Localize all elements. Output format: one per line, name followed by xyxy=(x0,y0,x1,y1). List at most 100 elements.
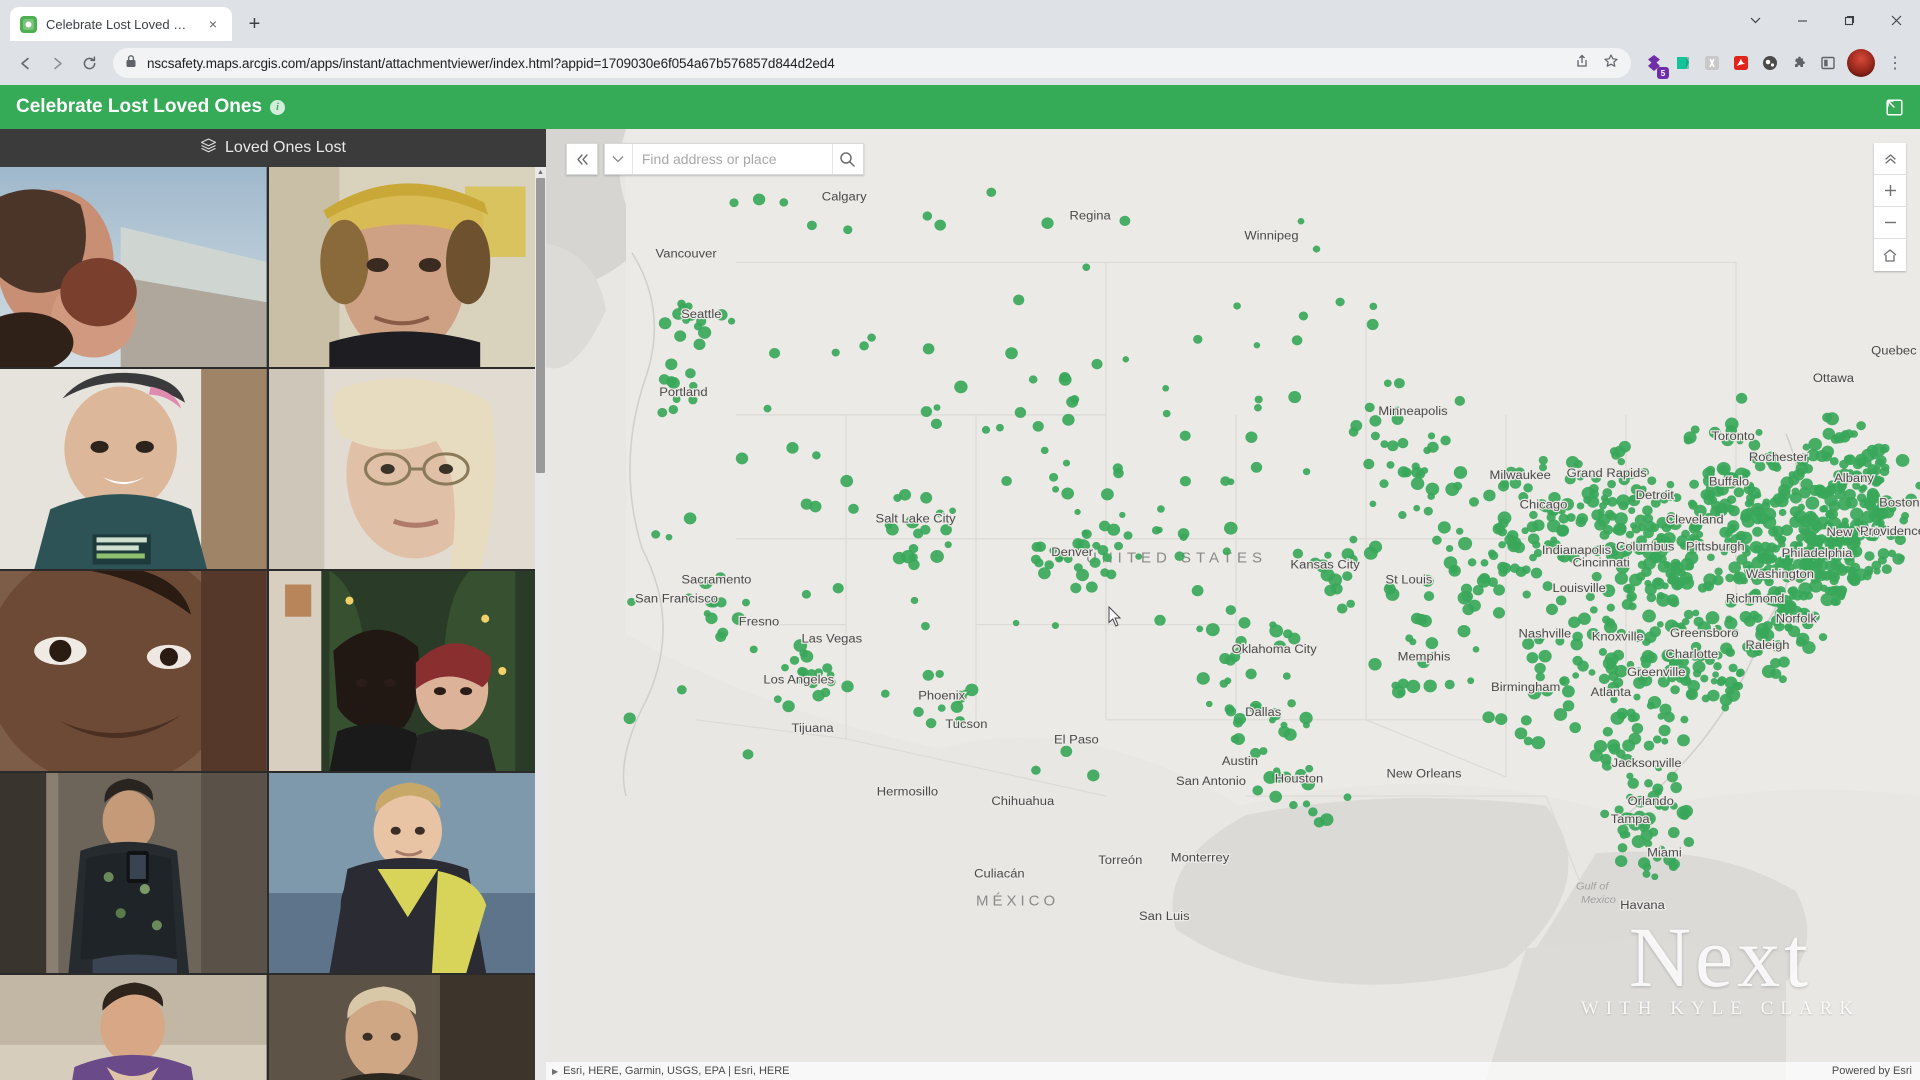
attribution-toggle-icon[interactable]: ▶ xyxy=(552,1067,558,1076)
adobe-acrobat-extension-icon[interactable] xyxy=(1727,49,1755,77)
search-icon[interactable] xyxy=(831,144,863,174)
photo-thumbnail[interactable] xyxy=(0,975,267,1080)
zoom-in-button[interactable] xyxy=(1874,175,1906,207)
map-data-point xyxy=(1472,585,1484,596)
chevron-down-icon[interactable] xyxy=(1732,0,1779,41)
search-box[interactable] xyxy=(604,143,864,175)
photo-thumbnail[interactable] xyxy=(268,773,535,973)
info-icon[interactable]: i xyxy=(270,99,286,115)
browser-toolbar: nscsafety.maps.arcgis.com/apps/instant/a… xyxy=(0,41,1920,85)
map-data-point xyxy=(1778,508,1787,517)
map-data-point xyxy=(1707,553,1715,562)
map-attribution-bar: ▶ Esri, HERE, Garmin, USGS, EPA | Esri, … xyxy=(546,1062,1920,1080)
map-data-point xyxy=(1453,466,1468,479)
map-data-point xyxy=(742,598,750,607)
svg-text:Orlando: Orlando xyxy=(1628,794,1674,808)
map-data-point xyxy=(1472,646,1480,653)
photo-thumbnail[interactable] xyxy=(0,369,267,569)
kami-extension-icon[interactable] xyxy=(1698,49,1726,77)
evernote-extension-icon[interactable]: 5 xyxy=(1640,49,1669,79)
map-data-point xyxy=(1800,478,1813,491)
grammarly-extension-icon[interactable] xyxy=(1669,49,1697,77)
map-data-point xyxy=(1864,551,1875,561)
map-data-point xyxy=(1001,475,1012,487)
compass-north-button[interactable] xyxy=(1874,143,1906,175)
loom-extension-icon[interactable] xyxy=(1756,49,1784,77)
map-data-point xyxy=(769,347,781,359)
photo-thumbnail[interactable] xyxy=(268,369,535,569)
photo-thumbnail[interactable] xyxy=(0,571,267,771)
map-data-point xyxy=(1647,476,1657,486)
map-city-label: Chicago xyxy=(1518,496,1568,512)
svg-text:Havana: Havana xyxy=(1620,898,1666,912)
map-data-point xyxy=(1391,681,1400,690)
address-bar[interactable]: nscsafety.maps.arcgis.com/apps/instant/a… xyxy=(113,48,1631,78)
map-data-point xyxy=(1642,609,1656,623)
scroll-up-icon[interactable]: ▲ xyxy=(535,167,546,178)
map-data-point xyxy=(1607,496,1618,507)
collapse-panel-button[interactable] xyxy=(566,143,598,175)
zoom-out-button[interactable] xyxy=(1874,207,1906,239)
map-data-point xyxy=(1220,476,1231,486)
map-data-point xyxy=(934,219,946,231)
photo-thumbnail[interactable] xyxy=(0,167,267,367)
map-data-point xyxy=(1718,464,1729,475)
map-data-point xyxy=(1224,521,1238,535)
mouse-cursor xyxy=(1108,606,1122,627)
map-data-point xyxy=(1119,511,1126,518)
svg-text:Philadelphia: Philadelphia xyxy=(1782,546,1854,560)
map-data-point xyxy=(1302,800,1311,808)
svg-text:Richmond: Richmond xyxy=(1726,592,1784,606)
back-icon[interactable] xyxy=(10,48,40,78)
photo-thumbnail[interactable] xyxy=(268,167,535,367)
map-city-label: Culiacán xyxy=(973,865,1026,881)
share-export-icon[interactable] xyxy=(1885,98,1904,117)
map-data-point xyxy=(1366,318,1379,331)
sidebar-scrollbar[interactable]: ▲ xyxy=(535,167,546,1080)
map-data-point xyxy=(1379,479,1389,489)
profile-avatar[interactable] xyxy=(1847,49,1875,77)
map-data-point xyxy=(668,404,679,415)
map-data-point xyxy=(665,358,678,371)
close-icon[interactable]: × xyxy=(204,15,222,33)
map-city-label: Fresno xyxy=(738,613,781,629)
star-icon[interactable] xyxy=(1603,53,1619,74)
photo-scroll-area[interactable]: ▲ xyxy=(0,167,546,1080)
map-data-point xyxy=(1618,500,1629,511)
map-data-point xyxy=(1302,721,1310,729)
map-data-point xyxy=(1666,480,1675,489)
layer-title-bar[interactable]: Loved Ones Lost xyxy=(0,129,546,167)
map-data-point xyxy=(1658,724,1671,737)
scrollbar-thumb[interactable] xyxy=(536,178,545,473)
map-data-point xyxy=(1808,437,1822,451)
close-window-button[interactable] xyxy=(1873,0,1920,41)
puzzle-extensions-icon[interactable] xyxy=(1785,49,1813,77)
new-tab-button[interactable]: + xyxy=(238,7,271,40)
browser-tab[interactable]: Celebrate Lost Loved Ones × xyxy=(10,7,232,41)
chevron-down-icon[interactable] xyxy=(605,144,633,174)
map-data-point xyxy=(1569,722,1581,734)
map-data-point xyxy=(981,425,991,434)
minimize-button[interactable] xyxy=(1779,0,1826,41)
photo-thumbnail[interactable] xyxy=(0,773,267,973)
chrome-menu-icon[interactable]: ⋮ xyxy=(1880,48,1910,78)
map-data-point xyxy=(1179,533,1188,541)
home-button[interactable] xyxy=(1874,239,1906,271)
map-data-point xyxy=(1644,779,1653,788)
photo-thumbnail[interactable] xyxy=(268,975,535,1080)
map-data-point xyxy=(1397,437,1409,449)
forward-icon[interactable] xyxy=(42,48,72,78)
reload-icon[interactable] xyxy=(74,48,104,78)
share-icon[interactable] xyxy=(1573,53,1589,74)
maximize-button[interactable] xyxy=(1826,0,1873,41)
reading-list-icon[interactable] xyxy=(1814,49,1842,77)
map-canvas[interactable]: UNITED STATES MÉXICO Gulf of Mexico Calg… xyxy=(546,129,1920,1080)
map-data-point xyxy=(1863,459,1872,468)
map-data-point xyxy=(1606,603,1616,612)
map-data-point xyxy=(651,530,661,539)
map-data-point xyxy=(1589,489,1599,499)
map-data-point xyxy=(1030,554,1041,565)
map-data-point xyxy=(1238,617,1251,629)
search-input[interactable] xyxy=(632,151,832,167)
photo-thumbnail[interactable] xyxy=(268,571,535,771)
